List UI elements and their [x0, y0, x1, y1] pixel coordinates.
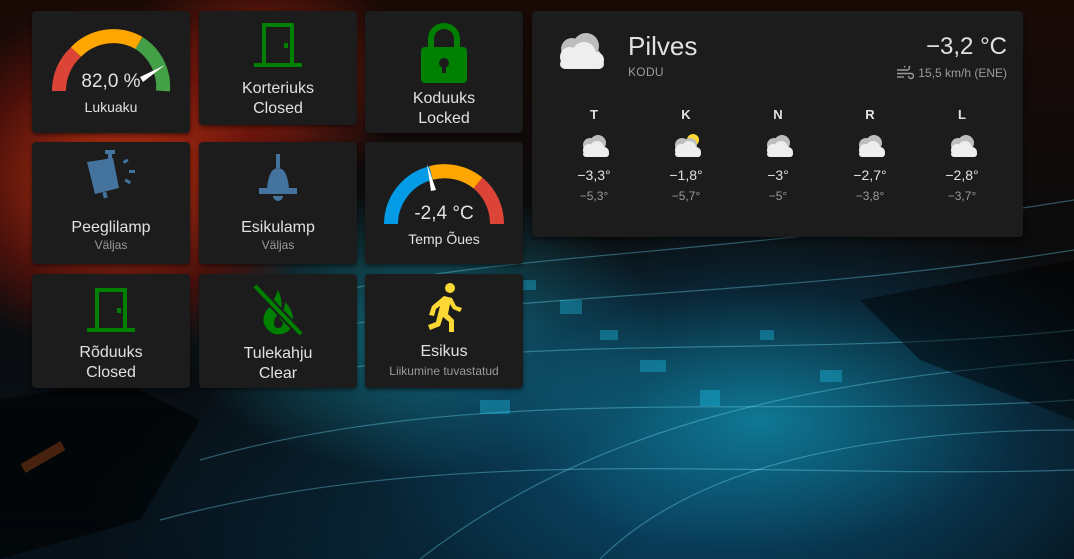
tile-state: Clear: [258, 365, 298, 382]
forecast-day: R −2,7° −3,8°: [840, 107, 900, 203]
cloudy-icon: [583, 135, 609, 157]
forecast-low: −5,7°: [671, 189, 701, 203]
motion-walk-icon: [428, 283, 462, 332]
tile-name: Temp Õues: [408, 231, 480, 247]
weather-location: KODU: [628, 65, 664, 79]
forecast-low: −3,8°: [855, 189, 885, 203]
wind-icon: [897, 66, 915, 80]
door-closed-icon: [87, 288, 135, 332]
tile-name: Lukuaku: [84, 99, 138, 115]
forecast-low: −5°: [768, 189, 788, 203]
partly-cloudy-icon: [675, 134, 701, 157]
door-closed-icon: [254, 23, 302, 67]
tile-peeglilamp[interactable]: Peeglilamp Väljas: [32, 142, 190, 264]
tile-state: Closed: [86, 364, 136, 381]
gauge-value: 82,0 %: [81, 71, 141, 92]
gauge-value: -2,4 °C: [414, 203, 474, 224]
forecast-high: −3°: [767, 167, 789, 183]
fire-off-icon: [252, 283, 304, 337]
weather-temperature: −3,2 °C: [926, 33, 1007, 60]
forecast-day: L −2,8° −3,7°: [932, 107, 992, 203]
weather-wind: 15,5 km/h (ENE): [896, 66, 1007, 80]
cloudy-icon: [859, 135, 885, 157]
cloudy-icon: [767, 135, 793, 157]
weather-card[interactable]: Pilves KODU −3,2 °C 15,5 km/h (ENE) T −3…: [532, 11, 1023, 237]
tile-tulekahju[interactable]: Tulekahju Clear: [199, 274, 357, 388]
tile-temp-oues[interactable]: -2,4 °C Temp Õues: [365, 142, 523, 264]
tile-koduuks[interactable]: Koduuks Locked: [365, 11, 523, 133]
forecast-high: −1,8°: [669, 167, 703, 183]
tile-name: Rõduuks: [79, 344, 143, 361]
cloudy-icon: [951, 135, 977, 157]
forecast-day-label: N: [773, 107, 783, 122]
tile-state: Väljas: [261, 238, 295, 252]
forecast-day-label: R: [865, 107, 875, 122]
tile-esikus[interactable]: Esikus Liikumine tuvastatud: [365, 274, 523, 388]
forecast-day-label: L: [958, 107, 966, 122]
ceiling-light-icon: [259, 154, 297, 201]
tile-esikulamp[interactable]: Esikulamp Väljas: [199, 142, 357, 264]
tile-name: Esikulamp: [241, 219, 315, 236]
forecast-low: −5,3°: [579, 189, 609, 203]
tile-name: Koduuks: [412, 90, 476, 107]
cloudy-icon: [560, 33, 604, 69]
forecast-day: N −3° −5°: [748, 107, 808, 203]
tile-name: Tulekahju: [243, 345, 313, 362]
forecast-day: T −3,3° −5,3°: [564, 107, 624, 203]
wind-speed: 15,5 km/h (ENE): [918, 66, 1007, 80]
tile-name: Peeglilamp: [71, 219, 151, 236]
forecast-high: −3,3°: [577, 167, 611, 183]
tile-state: Locked: [418, 110, 470, 127]
tile-name: Esikus: [420, 343, 468, 360]
wall-lamp-icon: [87, 150, 135, 199]
forecast-high: −2,8°: [945, 167, 979, 183]
tile-state: Closed: [253, 100, 303, 117]
lock-icon: [421, 23, 467, 83]
tile-korteriuks[interactable]: Korteriuks Closed: [199, 11, 357, 125]
tile-name: Korteriuks: [241, 80, 315, 97]
forecast-low: −3,7°: [947, 189, 977, 203]
tile-state: Liikumine tuvastatud: [389, 364, 499, 378]
forecast-high: −2,7°: [853, 167, 887, 183]
forecast-day: K −1,8° −5,7°: [656, 107, 716, 203]
tile-roduuks[interactable]: Rõduuks Closed: [32, 274, 190, 388]
weather-condition: Pilves: [628, 31, 698, 61]
forecast-day-label: T: [590, 107, 598, 122]
tile-state: Väljas: [94, 238, 128, 252]
forecast-day-label: K: [681, 107, 691, 122]
tile-lukuaku[interactable]: 82,0 % Lukuaku: [32, 11, 190, 133]
